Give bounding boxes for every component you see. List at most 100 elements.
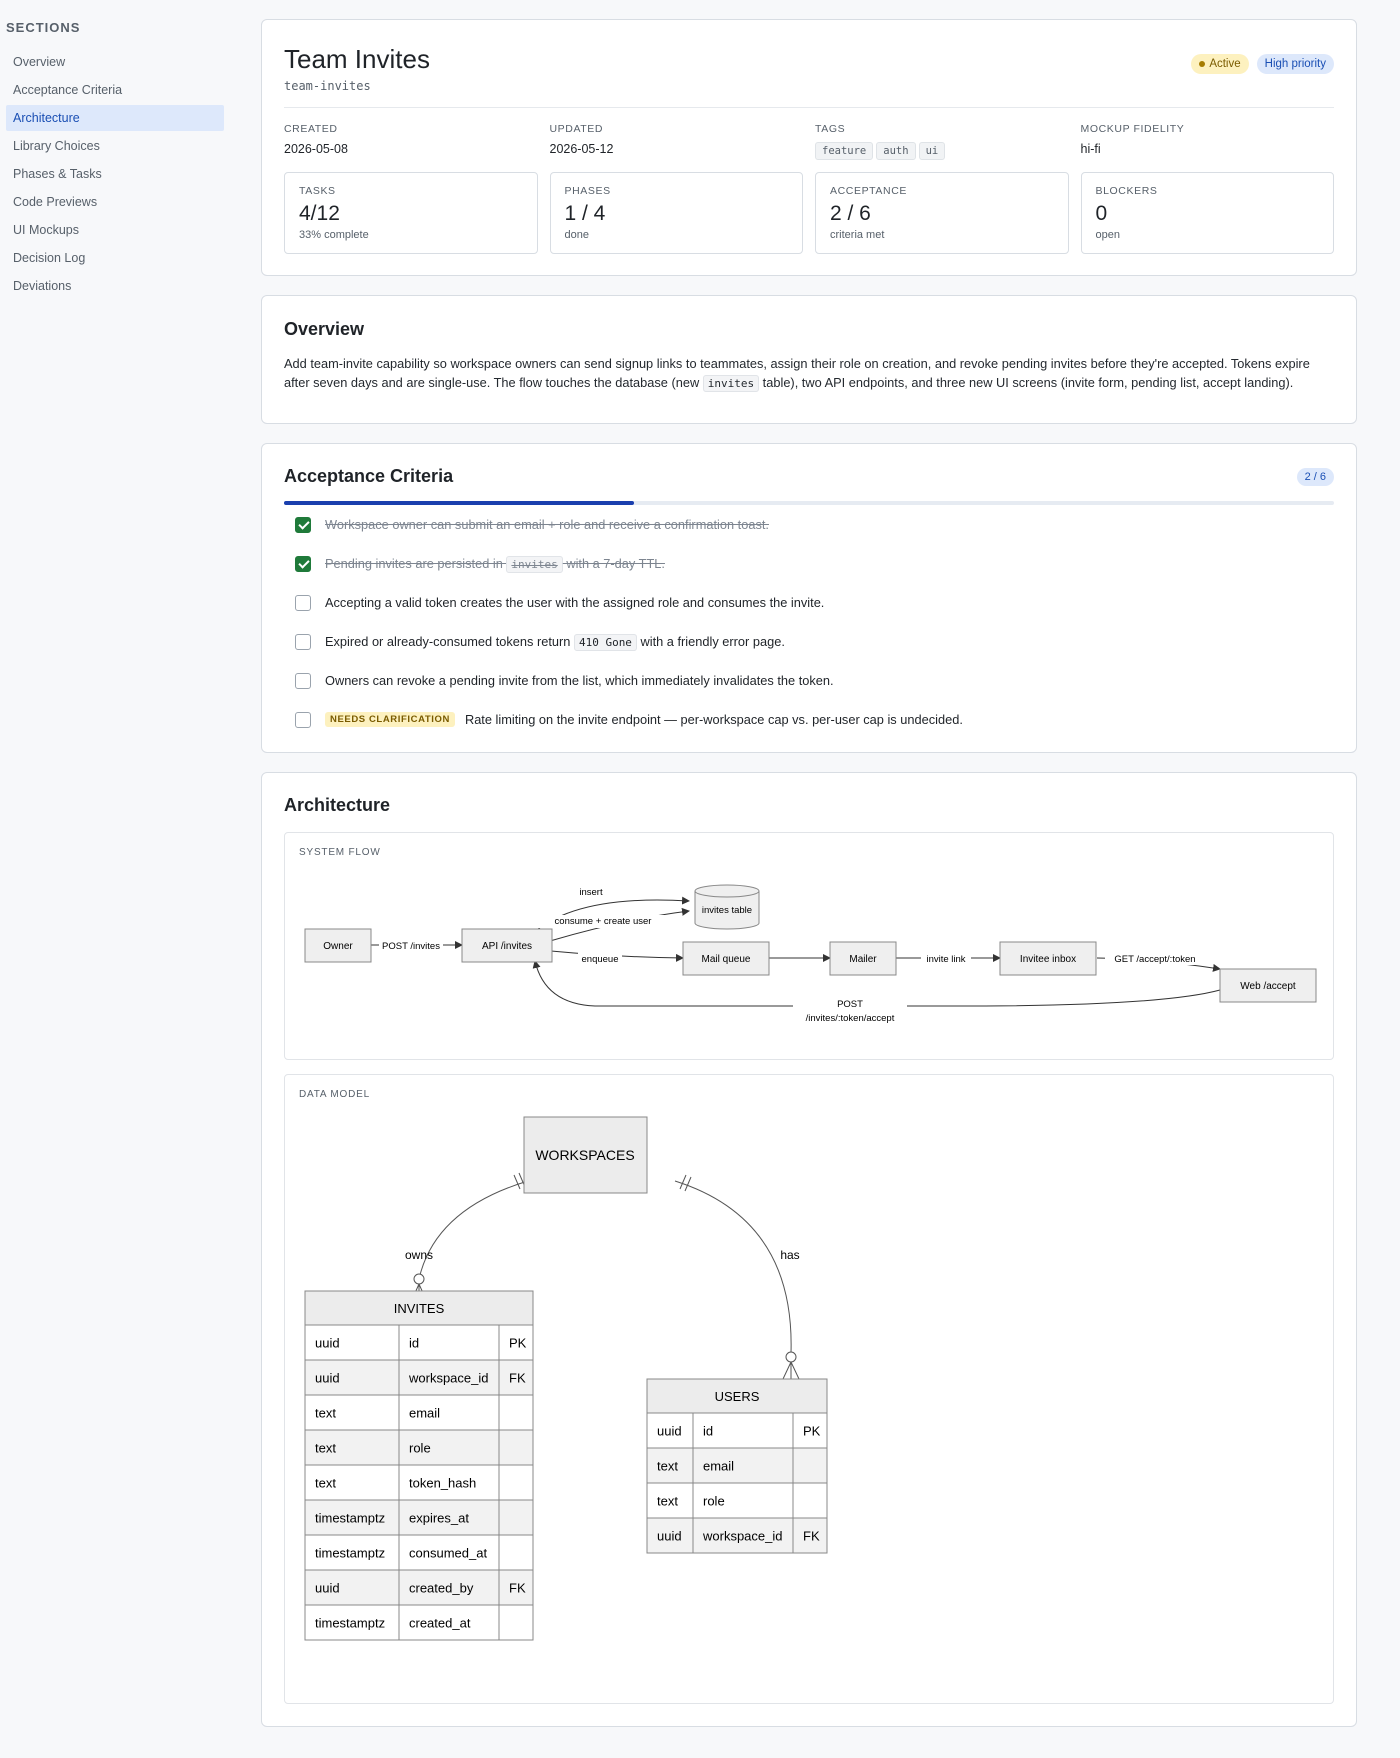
sidebar-item-library-choices[interactable]: Library Choices (6, 133, 224, 159)
entity-cell (498, 1429, 534, 1466)
node-web: Web /accept (1219, 968, 1317, 1003)
criterion-text-part: Expired or already-consumed tokens retur… (325, 634, 574, 649)
node-owner-label: Owner (323, 941, 353, 952)
sidebar-item-code-previews[interactable]: Code Previews (6, 189, 224, 215)
page-slug: team-invites (284, 79, 371, 93)
criterion-text-part: with a 7-day TTL. (562, 556, 665, 571)
entity-workspaces-label: WORKSPACES (535, 1147, 634, 1163)
entity-cell-text: text (315, 1441, 336, 1456)
status-badge-label: Active (1209, 58, 1241, 70)
checkbox[interactable] (295, 672, 311, 689)
entity-cell (498, 1534, 534, 1571)
acceptance-progress-bar (284, 501, 1334, 505)
sidebar-item-ui-mockups[interactable]: UI Mockups (6, 217, 224, 243)
acceptance-title: Acceptance Criteria (284, 466, 454, 486)
tag: auth (876, 142, 916, 160)
entity-invites: INVITES uuid id PK uuid workspace_id FK text ema… (304, 1290, 534, 1641)
sidebar-item-deviations[interactable]: Deviations (6, 273, 224, 299)
checkbox[interactable] (295, 711, 311, 728)
main-content: Team Invites team-invites Active High pr… (261, 19, 1357, 1746)
criterion-item: Owners can revoke a pending invite from … (284, 661, 1334, 700)
architecture-title: Architecture (284, 795, 391, 815)
stat-value: 4/12 (299, 202, 340, 225)
system-flow-panel: SYSTEM FLOW Owner API /invites invites t… (284, 832, 1334, 1060)
edge-label-insert: insert (579, 887, 603, 898)
stat-value: 2 / 6 (830, 202, 871, 225)
entity-cell (498, 1464, 534, 1501)
checkbox[interactable] (295, 594, 311, 611)
overview-text-part: table), two API endpoints, and three new… (759, 375, 1294, 390)
fidelity-value: hi-fi (1080, 142, 1101, 156)
page-title: Team Invites (284, 44, 430, 74)
system-flow-diagram: Owner API /invites invites table Mail qu… (304, 884, 1317, 1025)
criterion-item: NEEDS CLARIFICATION Rate limiting on the… (284, 700, 1334, 739)
node-mailer: Mailer (829, 941, 897, 976)
entity-cell-text: text (657, 1494, 678, 1509)
checkbox-checked[interactable] (295, 516, 311, 533)
entity-cell-text: email (409, 1406, 440, 1421)
created-value: 2026-05-08 (284, 142, 348, 156)
entity-cell-text: uuid (315, 1581, 340, 1596)
entity-cell-text: uuid (315, 1336, 340, 1351)
node-inbox: Invitee inbox (999, 941, 1097, 976)
needs-clarification-badge: NEEDS CLARIFICATION (325, 712, 455, 727)
entity-cell-text: created_at (409, 1616, 471, 1631)
node-mail-queue-label: Mail queue (702, 954, 751, 965)
criterion-text-part: Pending invites are persisted in (325, 556, 507, 571)
entity-cell-text: PK (509, 1336, 527, 1351)
entity-cell (792, 1447, 828, 1484)
edge-label-consume: consume + create user (555, 916, 652, 927)
relation-owns (418, 1180, 529, 1280)
entity-cell-text: uuid (657, 1529, 682, 1544)
stat-tasks: TASKS 4/12 33% complete (284, 172, 538, 254)
checkbox[interactable] (295, 633, 311, 650)
updated-value: 2026-05-12 (549, 142, 614, 156)
stat-label: TASKS (299, 185, 336, 197)
entity-cell-text: timestamptz (315, 1511, 385, 1526)
entity-users: USERS uuid id PK text email text role uuid worksp… (646, 1378, 828, 1554)
sidebar-item-acceptance-criteria[interactable]: Acceptance Criteria (6, 77, 224, 103)
sidebar-item-overview[interactable]: Overview (6, 49, 224, 75)
entity-cell-text: text (315, 1406, 336, 1421)
entity-cell-text: id (409, 1336, 419, 1351)
sidebar: SECTIONS Overview Acceptance Criteria Ar… (0, 0, 232, 1758)
relation-owns-label: owns (405, 1248, 433, 1262)
acceptance-card: Acceptance Criteria 2 / 6 Workspace owne… (261, 443, 1357, 753)
entity-cell-text: id (703, 1424, 713, 1439)
header-card: Team Invites team-invites Active High pr… (261, 19, 1357, 276)
entity-cell (792, 1482, 828, 1519)
status-dot-icon (1199, 60, 1206, 67)
criterion-text: Accepting a valid token creates the user… (325, 595, 825, 610)
node-api: API /invites (461, 928, 553, 963)
entity-cell-text: text (657, 1459, 678, 1474)
overview-text: Add team-invite capability so workspace … (284, 354, 1334, 393)
entity-cell-text: created_by (409, 1581, 474, 1596)
stat-sub: 33% complete (299, 229, 369, 241)
stat-label: ACCEPTANCE (830, 185, 907, 197)
entity-cell-text: uuid (315, 1371, 340, 1386)
stat-phases: PHASES 1 / 4 done (549, 172, 803, 254)
entity-name: USERS (715, 1389, 760, 1404)
edge-label-invite-link: invite link (926, 954, 965, 965)
architecture-card: Architecture SYSTEM FLOW Owner API /invi… (261, 772, 1357, 1727)
stat-value: 1 / 4 (564, 202, 606, 225)
entity-cell-text: uuid (657, 1424, 682, 1439)
entity-cell-text: email (703, 1459, 734, 1474)
stat-acceptance: ACCEPTANCE 2 / 6 criteria met (815, 172, 1069, 254)
sidebar-item-phases-tasks[interactable]: Phases & Tasks (6, 161, 224, 187)
criterion-item: Pending invites are persisted in invites… (284, 544, 1334, 583)
criterion-item: Accepting a valid token creates the user… (284, 583, 1334, 622)
sidebar-item-architecture[interactable]: Architecture (6, 105, 224, 131)
sidebar-item-decision-log[interactable]: Decision Log (6, 245, 224, 271)
stats-row: TASKS 4/12 33% complete PHASES 1 / 4 don… (284, 172, 1334, 254)
entity-cell-text: role (409, 1441, 431, 1456)
entity-cell-text: timestamptz (315, 1546, 385, 1561)
criterion-item: Workspace owner can submit an email + ro… (284, 505, 1334, 544)
inline-code: 410 Gone (573, 634, 637, 651)
checkbox-checked[interactable] (295, 555, 311, 572)
entity-cell-text: workspace_id (408, 1371, 489, 1386)
edge-label-post-accept-1: POST (837, 999, 863, 1010)
criterion-text: Expired or already-consumed tokens retur… (325, 634, 785, 651)
edge-label-get-accept: GET /accept/:token (1114, 954, 1195, 965)
tag: feature (815, 142, 874, 160)
